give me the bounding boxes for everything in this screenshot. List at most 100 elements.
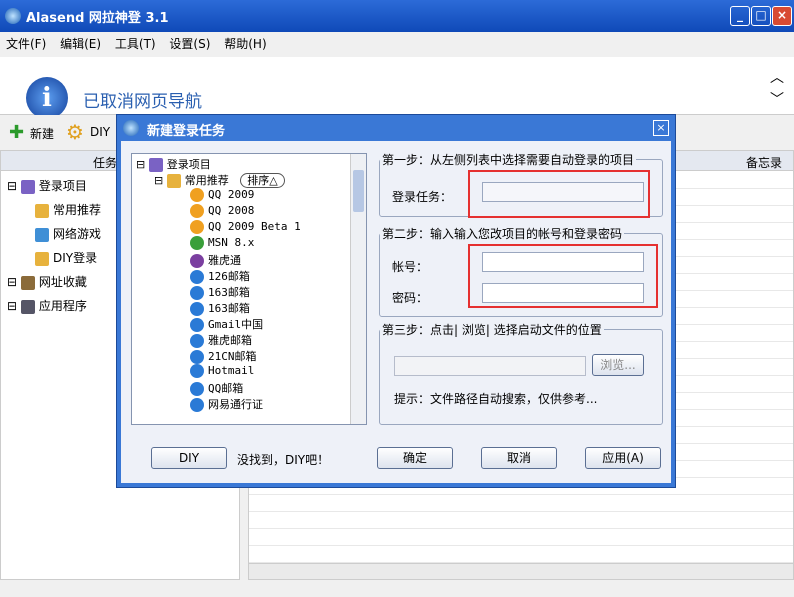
menu-file[interactable]: 文件(F) (6, 37, 46, 51)
account-label: 帐号： (392, 260, 429, 274)
cancel-button[interactable]: 取消 (481, 447, 557, 469)
item-icon (190, 382, 204, 396)
list-item-label: 163邮箱 (208, 302, 250, 315)
app-icon (5, 8, 21, 24)
list-item-label: 雅虎邮箱 (208, 334, 252, 347)
tree-item-icon (20, 275, 35, 290)
list-item[interactable]: MSN 8.x (190, 236, 254, 250)
tree-item-label: 登录项目 (38, 179, 87, 193)
scroll-down-icon[interactable]: ﹀ (770, 89, 784, 109)
item-icon (190, 270, 204, 284)
menu-settings[interactable]: 设置(S) (169, 37, 210, 51)
list-item[interactable]: 网易通行证 (190, 396, 263, 412)
list-item[interactable]: Hotmail (190, 364, 254, 378)
item-icon (190, 334, 204, 348)
highlight-box-task (468, 170, 650, 218)
tree-item-icon (35, 227, 49, 242)
tree-item-label: DIY登录 (53, 251, 98, 265)
list-item-label: Gmail中国 (208, 318, 264, 331)
path-hint: 提示：文件路径自动搜索，仅供参考... (394, 392, 598, 406)
grid-line (249, 511, 793, 512)
list-item[interactable]: QQ 2009 Beta 1 (190, 220, 301, 234)
menu-help[interactable]: 帮助(H) (224, 37, 266, 51)
list-item[interactable]: 雅虎通 (190, 252, 241, 268)
list-item-label: 雅虎通 (208, 254, 241, 267)
menu-bar: 文件(F) 编辑(E) 工具(T) 设置(S) 帮助(H) (0, 32, 794, 56)
new-button[interactable]: 新建 (30, 125, 54, 142)
list-scrollbar[interactable] (350, 154, 366, 424)
tree-item[interactable]: DIY登录 (35, 249, 97, 266)
item-icon (190, 204, 204, 218)
horizontal-scrollbar[interactable] (249, 563, 793, 579)
file-path-field[interactable] (394, 356, 586, 376)
tree-item[interactable]: ⊟ 应用程序 (7, 297, 87, 314)
list-item[interactable]: QQ 2008 (190, 204, 254, 218)
tree-item-icon (20, 299, 35, 314)
item-icon (190, 286, 204, 300)
tree-item-label: 网络游戏 (53, 227, 102, 241)
list-item-label: QQ 2009 Beta 1 (208, 220, 301, 233)
maximize-button[interactable]: □ (751, 6, 771, 26)
login-task-label: 登录任务： (392, 190, 453, 204)
column-task: 任务 (93, 156, 118, 170)
list-item[interactable]: 21CN邮箱 (190, 348, 257, 364)
list-item[interactable]: 163邮箱 (190, 300, 250, 316)
add-icon: ✚ (9, 122, 25, 143)
step2-legend: 第二步：输入输入您改项目的帐号和登录密码 (382, 227, 623, 241)
tree-item[interactable]: 网络游戏 (35, 225, 101, 242)
folder-icon (148, 158, 163, 172)
step3-group: 第三步：点击| 浏览| 选择启动文件的位置 浏览... 提示：文件路径自动搜索，… (379, 321, 663, 425)
tree-item-label: 应用程序 (38, 299, 87, 313)
item-icon (190, 350, 204, 364)
list-item[interactable]: 雅虎邮箱 (190, 332, 252, 348)
close-button[interactable]: × (772, 6, 792, 26)
browse-button[interactable]: 浏览... (592, 354, 644, 376)
tree-item[interactable]: 常用推荐 (35, 201, 101, 218)
menu-tools[interactable]: 工具(T) (115, 37, 156, 51)
tree-item[interactable]: ⊟ 网址收藏 (7, 273, 87, 290)
list-item[interactable]: 126邮箱 (190, 268, 250, 284)
title-bar: Alasend 网拉神登 3.1 _ □ × (0, 0, 794, 32)
tree-item[interactable]: ⊟ 登录项目 (7, 177, 87, 194)
gear-icon: ⚙ (66, 120, 84, 144)
tree-item-label: 网址收藏 (38, 275, 87, 289)
dialog-close-button[interactable]: × (653, 120, 669, 136)
list-item-label: 126邮箱 (208, 270, 250, 283)
diy-hint: 没找到，DIY吧！ (237, 453, 330, 467)
step3-legend: 第三步：点击| 浏览| 选择启动文件的位置 (382, 323, 602, 337)
folder-icon (166, 174, 181, 188)
list-item-label: QQ 2008 (208, 204, 255, 217)
tree-item-icon (35, 251, 49, 266)
item-icon (190, 318, 204, 332)
item-icon (190, 220, 204, 234)
list-root-label: 登录项目 (166, 158, 211, 171)
list-group[interactable]: ⊟ 常用推荐 排序△ (154, 172, 285, 188)
dialog-title: 新建登录任务 (147, 124, 226, 139)
apply-button[interactable]: 应用(A) (585, 447, 661, 469)
grid-line (249, 528, 793, 529)
list-item-label: QQ邮箱 (208, 382, 244, 395)
password-label: 密码： (392, 291, 429, 305)
list-item-label: Hotmail (208, 364, 255, 377)
list-root[interactable]: ⊟ 登录项目 (136, 156, 211, 172)
list-item[interactable]: 163邮箱 (190, 284, 250, 300)
item-icon (190, 302, 204, 316)
list-item-label: 163邮箱 (208, 286, 250, 299)
menu-edit[interactable]: 编辑(E) (60, 37, 101, 51)
scroll-up-icon[interactable]: ︿ (770, 67, 784, 87)
sort-button[interactable]: 排序△ (240, 173, 285, 188)
dialog-icon (123, 120, 139, 136)
tree-item-icon (20, 179, 35, 194)
column-memo: 备忘录 (746, 156, 783, 170)
list-item-label: 21CN邮箱 (208, 350, 257, 363)
diy-button[interactable]: DIY (151, 447, 227, 469)
list-item[interactable]: Gmail中国 (190, 316, 263, 332)
minimize-button[interactable]: _ (730, 6, 750, 26)
list-item[interactable]: QQ 2009 (190, 188, 254, 202)
diy-button[interactable]: DIY (90, 125, 110, 139)
tree-item-icon (35, 203, 49, 218)
login-item-list: ⊟ 登录项目 ⊟ 常用推荐 排序△ QQ 2009 QQ 2008 QQ 2009 … (131, 153, 367, 425)
list-item[interactable]: QQ邮箱 (190, 380, 243, 396)
ok-button[interactable]: 确定 (377, 447, 453, 469)
highlight-box-credentials (468, 244, 658, 308)
